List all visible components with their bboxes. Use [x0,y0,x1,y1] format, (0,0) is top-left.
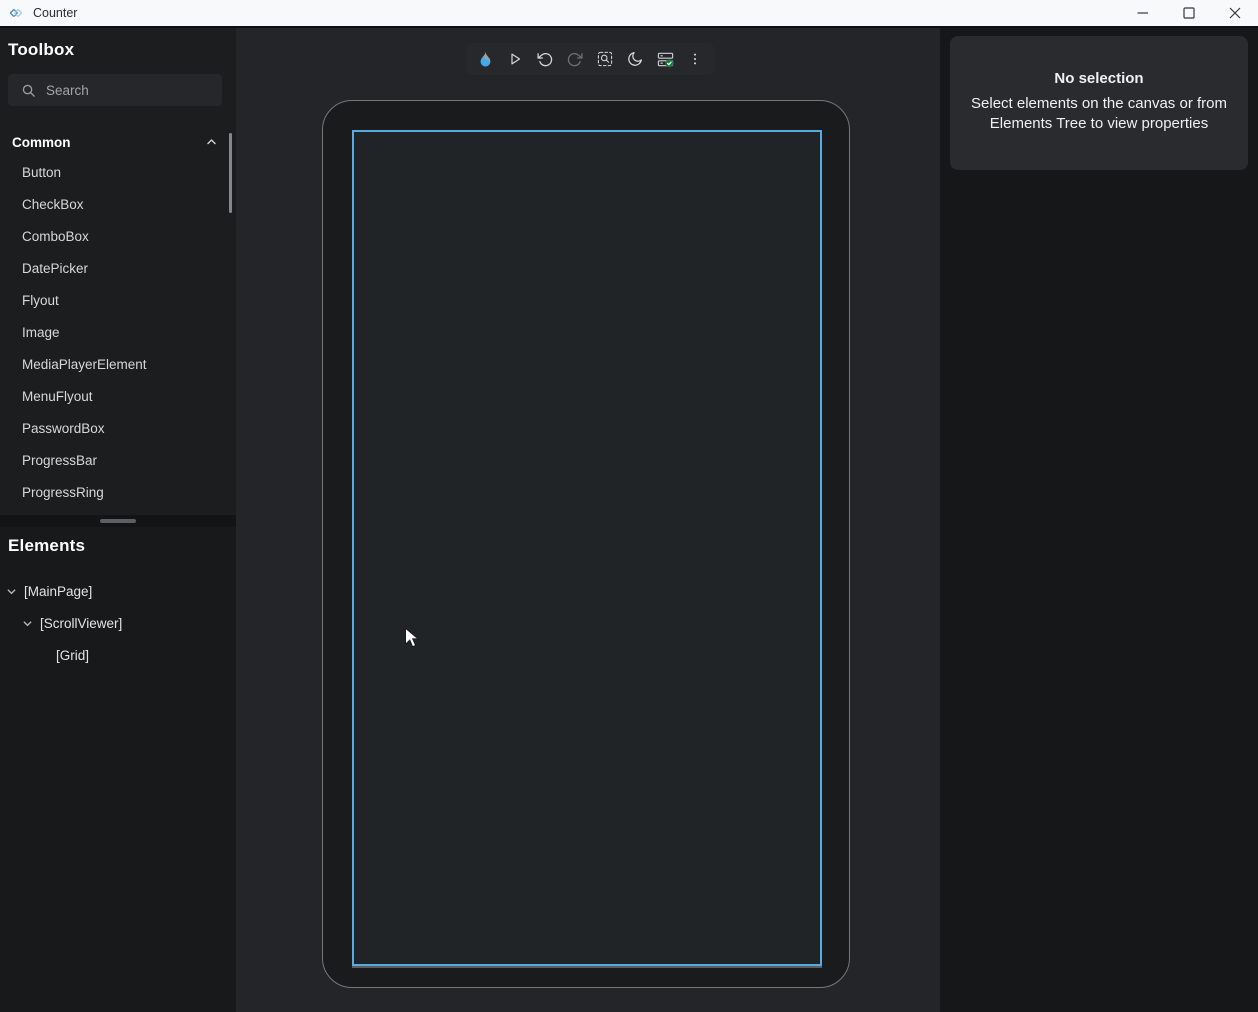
elements-panel: Elements [MainPage] [ScrollViewer] [Grid… [0,527,236,1012]
search-input[interactable] [46,83,206,98]
chevron-down-icon[interactable] [5,586,17,597]
connection-status-button[interactable] [650,43,680,75]
panel-resize-handle[interactable] [0,515,236,527]
toolbox-item-checkbox[interactable]: CheckBox [0,188,229,220]
zoom-to-selection-button[interactable] [590,43,620,75]
zoom-to-selection-icon [596,50,614,68]
redo-button[interactable] [560,43,590,75]
chevron-down-icon[interactable] [21,618,33,629]
toolbox-item-datepicker[interactable]: DatePicker [0,252,229,284]
no-selection-message: Select elements on the canvas or from El… [958,94,1240,134]
window-title: Counter [33,6,77,20]
toolbox-search [8,74,222,106]
undo-button[interactable] [530,43,560,75]
tree-item-label: [ScrollViewer] [40,616,122,631]
tree-item-scrollviewer[interactable]: [ScrollViewer] [0,607,236,639]
toolbox-item-combobox[interactable]: ComboBox [0,220,229,252]
tree-item-grid[interactable]: [Grid] [0,639,236,671]
search-icon [21,83,36,98]
chevron-up-icon [205,136,218,148]
titlebar: Counter [0,0,1258,28]
uno-platform-logo-icon [8,5,24,21]
elements-title: Elements [8,536,85,556]
toolbox-list: Button CheckBox ComboBox DatePicker Flyo… [0,156,229,508]
more-options-button[interactable] [680,43,710,75]
hot-design-flame-icon [476,50,495,69]
theme-toggle-button[interactable] [620,43,650,75]
toolbox-scrollbar[interactable] [229,133,232,213]
resize-grip-icon [100,519,136,523]
no-selection-card: No selection Select elements on the canv… [950,36,1248,170]
device-screen-root-grid[interactable] [352,130,822,966]
elements-tree: [MainPage] [ScrollViewer] [Grid] [0,575,236,671]
theme-moon-icon [626,50,644,68]
connection-status-icon [656,50,675,69]
no-selection-title: No selection [950,70,1248,87]
tree-item-mainpage[interactable]: [MainPage] [0,575,236,607]
tree-item-label: [Grid] [56,648,89,663]
toolbox-item-flyout[interactable]: Flyout [0,284,229,316]
maximize-button[interactable] [1166,0,1212,26]
hot-design-button[interactable] [470,43,500,75]
design-canvas[interactable] [236,28,940,1012]
close-icon [1229,7,1241,19]
minimize-icon [1137,7,1149,19]
close-button[interactable] [1212,0,1258,26]
redo-icon [566,50,584,68]
toolbox-item-passwordbox[interactable]: PasswordBox [0,412,229,444]
play-button[interactable] [500,43,530,75]
minimize-button[interactable] [1120,0,1166,26]
window-controls [1120,0,1258,26]
design-toolbar [466,43,714,75]
maximize-icon [1183,7,1195,19]
toolbox-item-mediaplayerelement[interactable]: MediaPlayerElement [0,348,229,380]
tree-item-label: [MainPage] [24,584,92,599]
toolbox-title: Toolbox [8,40,74,60]
toolbox-panel: Toolbox Common Button CheckBox ComboBox … [0,28,236,1012]
toolbox-item-progressring[interactable]: ProgressRing [0,476,229,508]
toolbox-item-progressbar[interactable]: ProgressBar [0,444,229,476]
toolbox-section-common[interactable]: Common [0,128,228,156]
play-icon [506,50,524,68]
toolbox-item-menuflyout[interactable]: MenuFlyout [0,380,229,412]
section-label: Common [12,135,71,150]
device-frame [322,100,850,988]
more-options-icon [687,50,703,68]
toolbox-item-button[interactable]: Button [0,156,229,188]
properties-panel: No selection Select elements on the canv… [940,28,1258,1012]
undo-icon [536,50,554,68]
toolbox-item-image[interactable]: Image [0,316,229,348]
